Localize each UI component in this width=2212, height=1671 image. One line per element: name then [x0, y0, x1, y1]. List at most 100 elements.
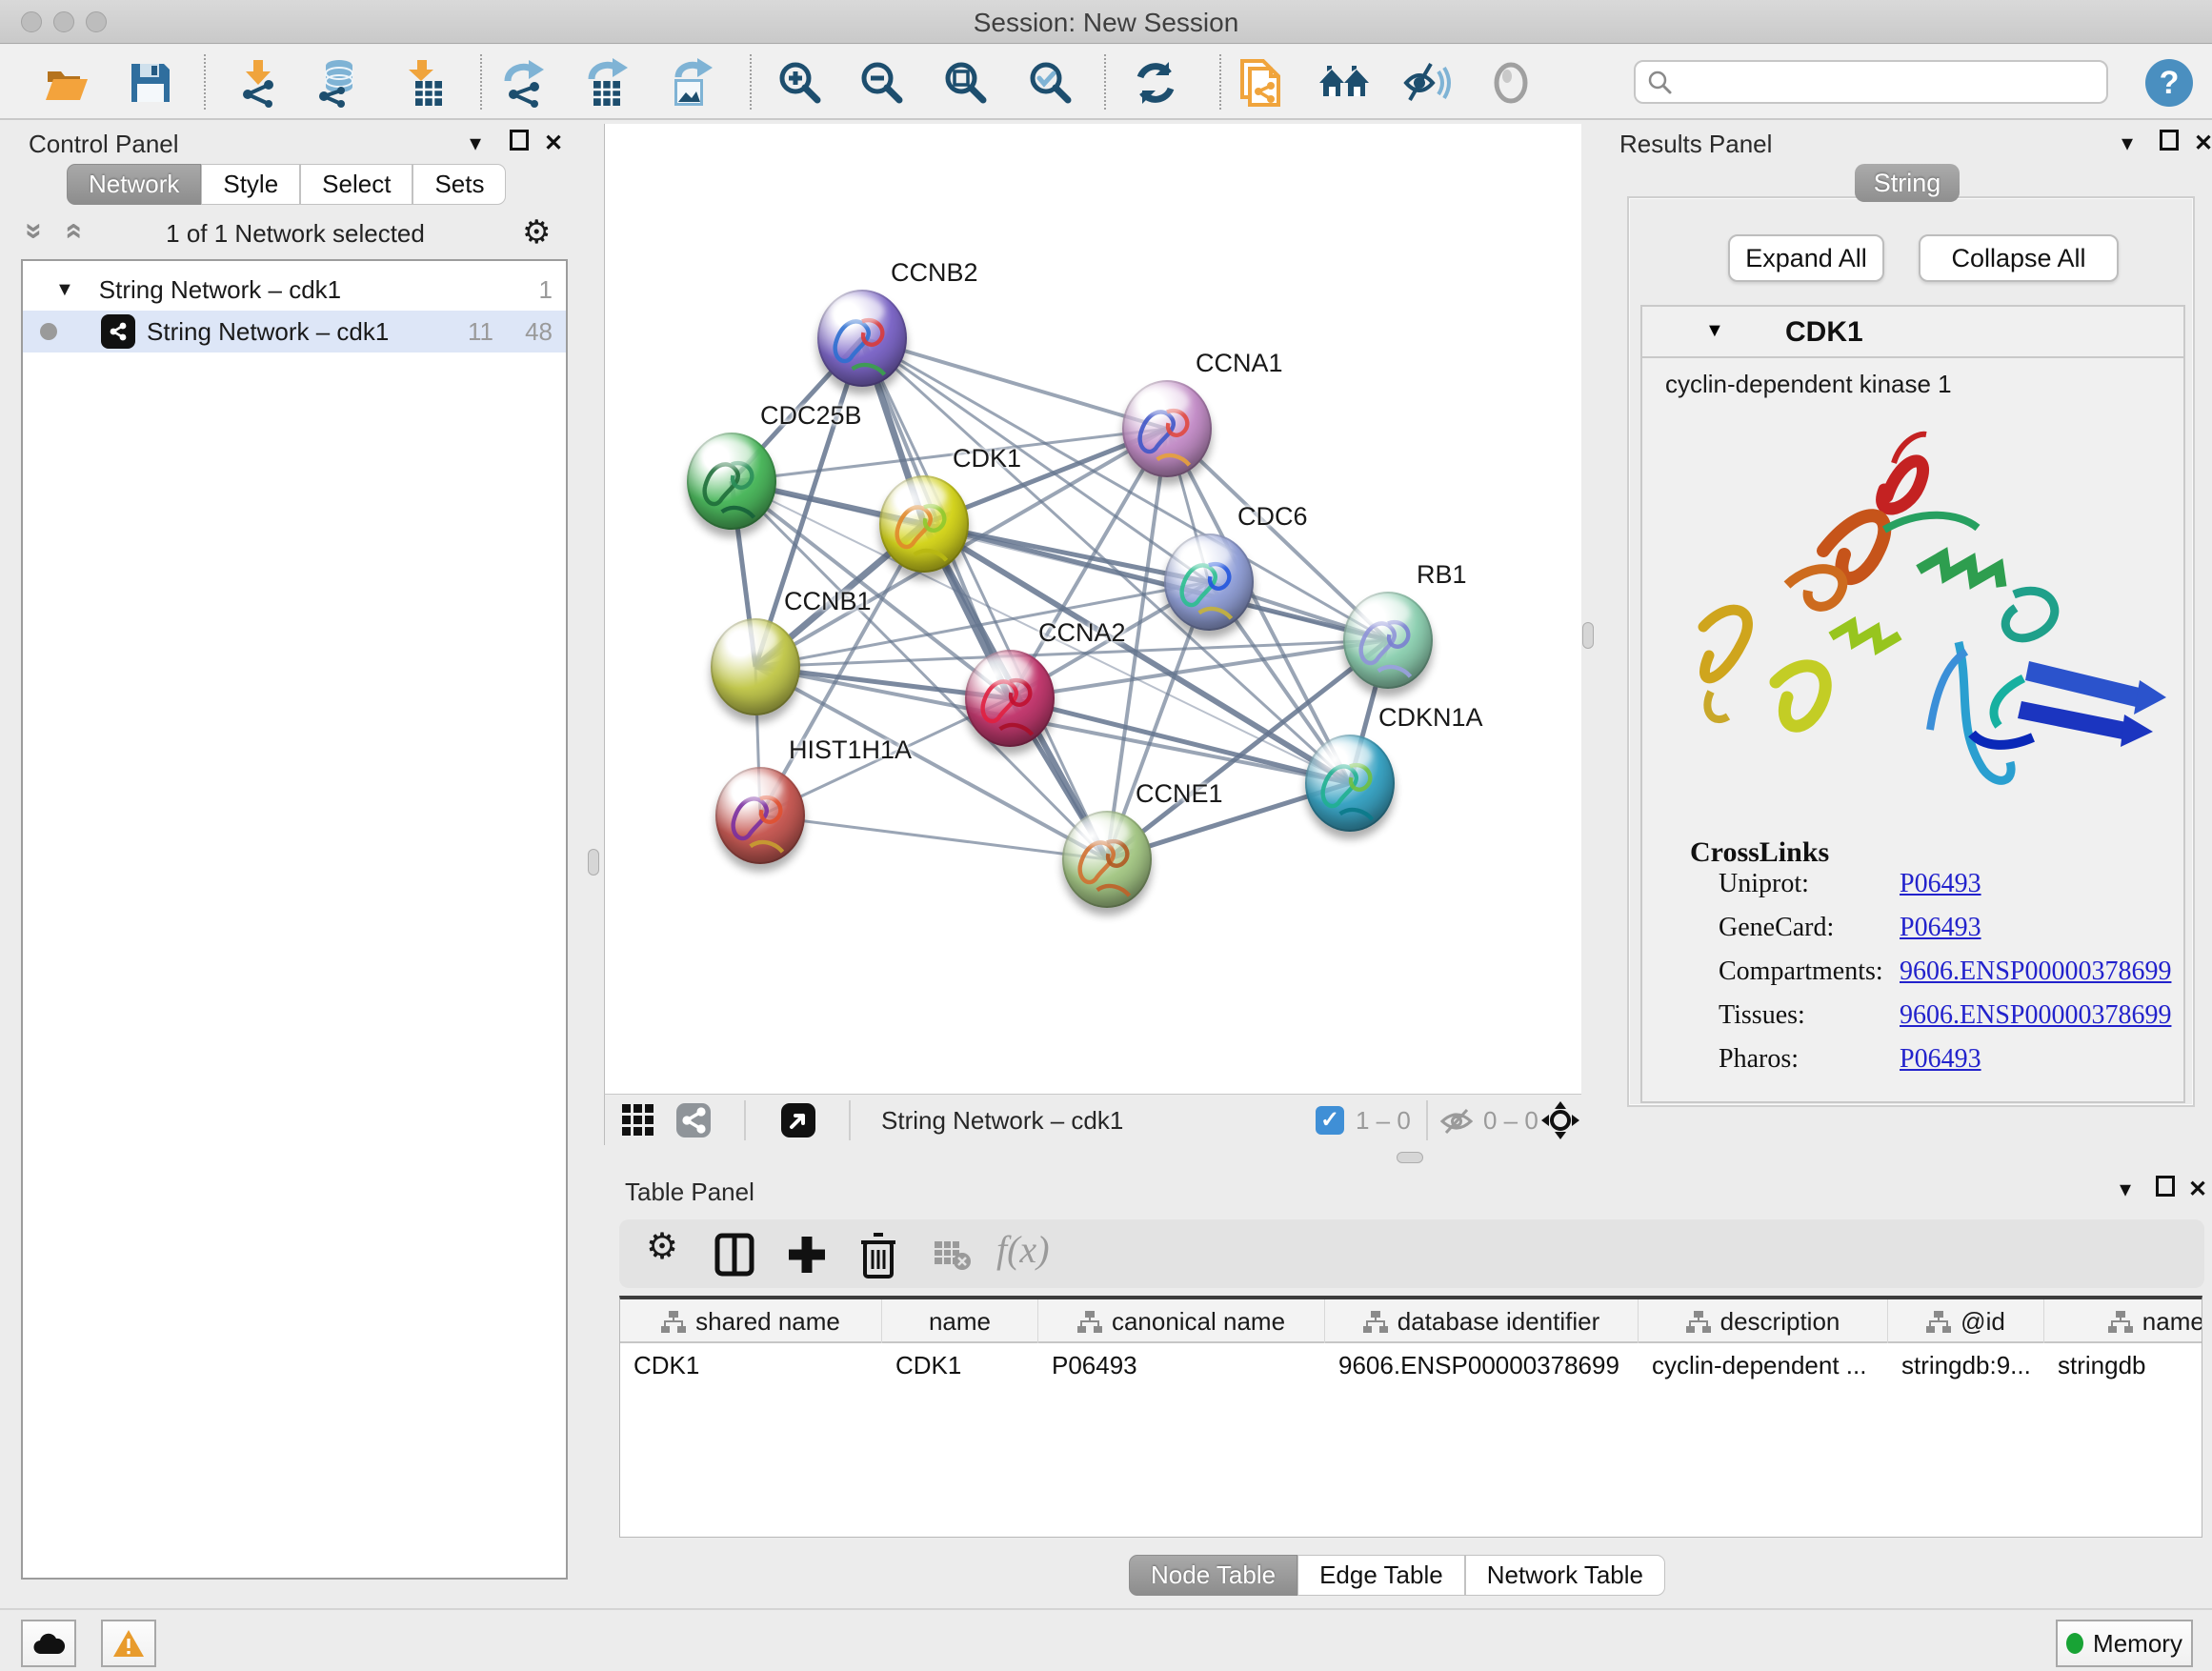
- collapse-triangle-icon[interactable]: ▼: [55, 279, 74, 301]
- tab-style[interactable]: Style: [201, 164, 300, 205]
- node-CCNB1[interactable]: [711, 618, 800, 715]
- node-CCNB2[interactable]: [817, 290, 907, 387]
- grid-view-icon[interactable]: [620, 1102, 656, 1143]
- protein-card-header[interactable]: ▼ CDK1: [1642, 307, 2183, 358]
- network-view-share-icon[interactable]: [675, 1102, 712, 1143]
- memory-button[interactable]: Memory: [2056, 1620, 2193, 1667]
- function-builder-icon[interactable]: f(x): [996, 1227, 1050, 1272]
- node-HIST1H1A[interactable]: [715, 767, 805, 864]
- refresh-button[interactable]: [1126, 53, 1185, 112]
- column-header-description[interactable]: description: [1639, 1299, 1888, 1343]
- cell[interactable]: stringdb:9...: [1888, 1345, 2044, 1385]
- expand-all-button[interactable]: Expand All: [1728, 234, 1884, 282]
- import-database-button[interactable]: [308, 53, 367, 112]
- delete-column-trash-icon[interactable]: [859, 1233, 897, 1283]
- collapse-all-button[interactable]: Collapse All: [1919, 234, 2119, 282]
- zoom-selected-button[interactable]: [1021, 53, 1080, 112]
- edge-CCNE1-HIST1H1A[interactable]: [760, 815, 1107, 859]
- node-CCNA2[interactable]: [965, 650, 1055, 747]
- table-panel-float-icon[interactable]: [2149, 1176, 2182, 1203]
- warnings-button[interactable]: [101, 1620, 156, 1667]
- export-image-button[interactable]: [660, 53, 719, 112]
- selected-checkbox-icon[interactable]: ✓: [1316, 1106, 1344, 1135]
- tab-edge-table[interactable]: Edge Table: [1297, 1555, 1465, 1596]
- network-canvas[interactable]: CCNB2CCNA1CDC25BCDK1CDC6RB1CCNB1CCNA2CDK…: [604, 124, 1581, 1094]
- right-splitter-handle[interactable]: [1582, 622, 1594, 649]
- expand-all-icon[interactable]: »: [53, 223, 89, 240]
- crosslink-link[interactable]: P06493: [1900, 913, 1981, 943]
- results-panel-menu-icon[interactable]: ▾: [2111, 130, 2143, 157]
- network-collection-row[interactable]: ▼ String Network – cdk1 1: [23, 269, 566, 311]
- fit-content-crosshair-icon[interactable]: [1540, 1100, 1580, 1145]
- export-network-button[interactable]: [495, 53, 554, 112]
- cell[interactable]: CDK1: [620, 1345, 882, 1385]
- node-CCNA1[interactable]: [1122, 380, 1212, 477]
- search-input[interactable]: [1634, 60, 2108, 104]
- cloud-button[interactable]: [21, 1620, 76, 1667]
- edge-CCNB2-CCNE1[interactable]: [862, 338, 1107, 859]
- cell[interactable]: cyclin-dependent ...: [1639, 1345, 1888, 1385]
- tab-select[interactable]: Select: [300, 164, 412, 205]
- table-panel-close-icon[interactable]: ✕: [2182, 1176, 2212, 1203]
- column-header--id[interactable]: @id: [1888, 1299, 2044, 1343]
- crosslink-link[interactable]: 9606.ENSP00000378699: [1900, 1000, 2171, 1031]
- node-CDC25B[interactable]: [687, 433, 776, 530]
- node-RB1[interactable]: [1343, 592, 1433, 689]
- column-header-name[interactable]: name: [882, 1299, 1038, 1343]
- tab-node-table[interactable]: Node Table: [1129, 1555, 1297, 1596]
- results-panel-close-icon[interactable]: ✕: [2187, 130, 2212, 157]
- cell[interactable]: 9606.ENSP00000378699: [1325, 1345, 1639, 1385]
- column-header-canonical-name[interactable]: canonical name: [1038, 1299, 1325, 1343]
- network-row-selected[interactable]: String Network – cdk1 11 48: [23, 311, 566, 352]
- crosslink-link[interactable]: 9606.ENSP00000378699: [1900, 956, 2171, 987]
- cell[interactable]: P06493: [1038, 1345, 1325, 1385]
- export-table-button[interactable]: [577, 53, 636, 112]
- node-CDC6[interactable]: [1164, 534, 1254, 631]
- network-options-gear-icon[interactable]: ⚙: [522, 213, 551, 252]
- node-CDKN1A[interactable]: [1305, 735, 1395, 832]
- protein-name: CDK1: [1785, 316, 1863, 349]
- column-header-namespace[interactable]: namespace: [2044, 1299, 2202, 1343]
- control-panel-close-icon[interactable]: ✕: [537, 130, 570, 157]
- zoom-in-button[interactable]: [771, 53, 830, 112]
- collapse-all-icon[interactable]: »: [17, 223, 52, 240]
- table-row[interactable]: CDK1CDK1P064939606.ENSP00000378699cyclin…: [620, 1345, 2202, 1385]
- birdseye-view-icon[interactable]: [780, 1102, 816, 1143]
- crosslink-link[interactable]: P06493: [1900, 869, 1981, 899]
- control-panel-menu-icon[interactable]: ▾: [459, 130, 492, 157]
- zoom-out-button[interactable]: [853, 53, 912, 112]
- tab-network-table[interactable]: Network Table: [1465, 1555, 1665, 1596]
- tab-string[interactable]: String: [1855, 164, 1960, 202]
- node-CDK1[interactable]: [879, 475, 969, 573]
- cell[interactable]: stringdb: [2044, 1345, 2202, 1385]
- zoom-fit-button[interactable]: [936, 53, 995, 112]
- crosslink-link[interactable]: P06493: [1900, 1044, 1981, 1075]
- open-session-button[interactable]: [37, 53, 96, 112]
- results-panel-float-icon[interactable]: [2153, 130, 2185, 157]
- column-header-shared-name[interactable]: shared name: [620, 1299, 882, 1343]
- help-button[interactable]: ?: [2140, 53, 2199, 112]
- tab-sets[interactable]: Sets: [412, 164, 506, 205]
- string-home-button[interactable]: [1315, 53, 1374, 112]
- edge-CCNB2-CCNA1[interactable]: [862, 338, 1167, 429]
- hidden-eye-icon[interactable]: [1439, 1108, 1474, 1139]
- cell[interactable]: CDK1: [882, 1345, 1038, 1385]
- save-session-button[interactable]: [121, 53, 180, 112]
- control-panel-float-icon[interactable]: [503, 130, 535, 157]
- hide-glass-button[interactable]: [1398, 53, 1458, 112]
- collapse-triangle-icon[interactable]: ▼: [1705, 320, 1724, 342]
- horizontal-splitter-handle[interactable]: [1397, 1152, 1423, 1163]
- table-settings-gear-icon[interactable]: ⚙: [646, 1225, 678, 1268]
- show-columns-icon[interactable]: [714, 1233, 754, 1281]
- import-table-button[interactable]: [395, 53, 454, 112]
- show-glass-button[interactable]: [1481, 53, 1540, 112]
- add-column-icon[interactable]: [787, 1233, 827, 1281]
- column-header-database-identifier[interactable]: database identifier: [1325, 1299, 1639, 1343]
- node-CCNE1[interactable]: [1062, 811, 1152, 908]
- tab-network[interactable]: Network: [67, 164, 201, 205]
- string-publication-button[interactable]: [1231, 53, 1290, 112]
- import-network-button[interactable]: [228, 53, 287, 112]
- table-panel-menu-icon[interactable]: ▾: [2109, 1176, 2142, 1203]
- left-splitter-handle[interactable]: [588, 849, 599, 876]
- delete-table-icon[interactable]: [934, 1240, 972, 1276]
